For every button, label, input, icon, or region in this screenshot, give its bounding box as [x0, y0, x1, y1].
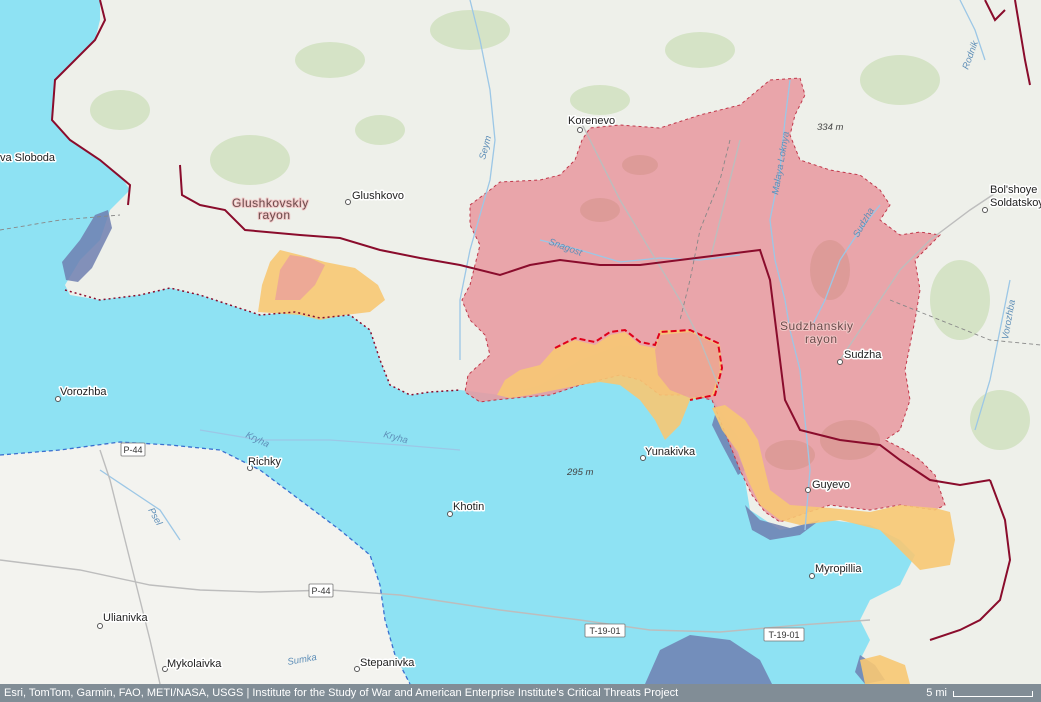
- label-elevation-2: 295 m: [566, 467, 593, 478]
- label-korenevo: Korenevo: [568, 115, 615, 127]
- label-sudzhansky-1: Sudzhanskiy: [780, 319, 854, 333]
- scale-line: [953, 691, 1033, 697]
- road-shield-p44-a: P-44: [120, 442, 146, 457]
- label-guyevo: Guyevo: [812, 479, 850, 491]
- attribution-bar: Esri, TomTom, Garmin, FAO, METI/NASA, US…: [0, 684, 1041, 702]
- map-canvas[interactable]: P-44 P-44 T-19-01 T-19-01 Korenevo Glush…: [0, 0, 1041, 702]
- road-shield-p44-b: P-44: [308, 583, 334, 598]
- attribution-text: Esri, TomTom, Garmin, FAO, METI/NASA, US…: [4, 687, 679, 699]
- label-mykolaivka: Mykolaivka: [167, 658, 222, 670]
- label-bolshoye: Bol'shoye: [990, 184, 1037, 196]
- label-ulianivka: Ulianivka: [103, 612, 149, 624]
- svg-text:P-44: P-44: [123, 445, 142, 455]
- label-elevation-1: 334 m: [817, 122, 843, 133]
- label-myropillia: Myropillia: [815, 563, 862, 575]
- svg-text:T-19-01: T-19-01: [768, 630, 799, 640]
- label-yunakivka: Yunakivka: [645, 446, 696, 458]
- label-va-sloboda: va Sloboda: [0, 152, 56, 164]
- label-sudzha: Sudzha: [844, 349, 882, 361]
- svg-text:T-19-01: T-19-01: [589, 626, 620, 636]
- label-khotin: Khotin: [453, 501, 484, 513]
- label-sudzhansky-2: rayon: [805, 332, 838, 346]
- label-stepanivka: Stepanivka: [360, 657, 415, 669]
- road-shield-t1901-b: T-19-01: [763, 627, 805, 642]
- svg-text:P-44: P-44: [311, 586, 330, 596]
- label-richky: Richky: [248, 456, 282, 468]
- label-vorozhba: Vorozhba: [60, 386, 107, 398]
- label-glushkovsky-2: rayon: [258, 208, 291, 222]
- scale-bar: 5 mi: [926, 684, 1033, 702]
- scale-label: 5 mi: [926, 687, 947, 699]
- label-glushkovo: Glushkovo: [352, 190, 404, 202]
- road-shield-t1901-a: T-19-01: [584, 623, 626, 638]
- label-soldatskoy: Soldatskoy: [990, 197, 1041, 209]
